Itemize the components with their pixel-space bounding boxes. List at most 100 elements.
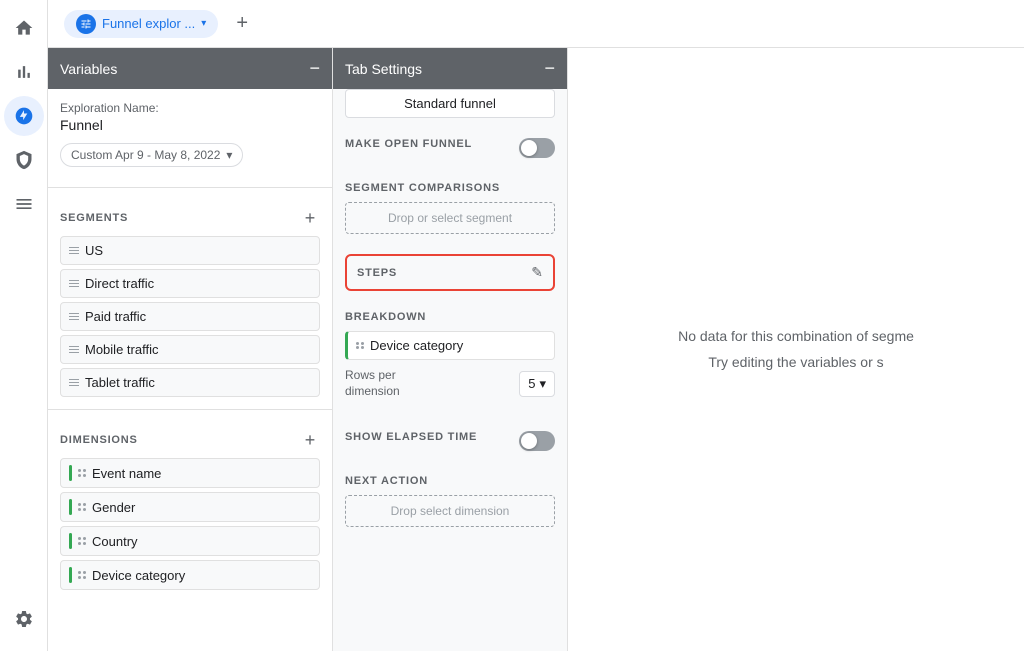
segments-section-header: SEGMENTS + (60, 208, 320, 228)
tab-settings-minimize[interactable]: − (544, 58, 555, 79)
drag-handle-icon (78, 503, 86, 511)
segments-label: SEGMENTS (60, 212, 128, 224)
top-bar: Funnel explor ... ▾ + (48, 0, 1024, 48)
drag-handle-icon (69, 247, 79, 255)
breakdown-label: BREAKDOWN (345, 311, 555, 323)
dimension-device-category[interactable]: Device category (60, 560, 320, 590)
breakdown-section: BREAKDOWN Device category Rows per dimen… (333, 299, 567, 419)
nav-configure[interactable] (4, 184, 44, 224)
segment-paid-traffic[interactable]: Paid traffic (60, 302, 320, 331)
dimension-label: Event name (92, 466, 161, 481)
no-data-line1: No data for this combination of segme (678, 324, 914, 349)
toggle-thumb (521, 140, 537, 156)
drag-handle-icon (69, 280, 79, 288)
exploration-info: Exploration Name: Funnel Custom Apr 9 - … (48, 89, 332, 179)
dimension-country[interactable]: Country (60, 526, 320, 556)
tab-icon (76, 14, 96, 34)
rows-value: 5 (528, 376, 535, 391)
variables-panel: Variables − Exploration Name: Funnel Cus… (48, 48, 333, 651)
make-open-funnel-label: MAKE OPEN FUNNEL (345, 138, 472, 150)
show-elapsed-toggle[interactable] (519, 431, 555, 451)
drag-handle-icon (69, 313, 79, 321)
chevron-down-icon: ▾ (539, 376, 546, 392)
make-open-funnel-section: MAKE OPEN FUNNEL (333, 126, 567, 170)
drop-dimension-zone[interactable]: Drop select dimension (345, 495, 555, 527)
segment-tablet-traffic[interactable]: Tablet traffic (60, 368, 320, 397)
drag-handle-icon (356, 342, 364, 350)
add-segment-button[interactable]: + (300, 208, 320, 228)
segment-label: Tablet traffic (85, 375, 155, 390)
dimension-label: Gender (92, 500, 135, 515)
make-open-funnel-row: MAKE OPEN FUNNEL (345, 138, 555, 158)
rows-label: Rows per dimension (345, 368, 400, 399)
nav-reports[interactable] (4, 52, 44, 92)
visualization-area: No data for this combination of segme Tr… (568, 48, 1024, 651)
breakdown-item-label: Device category (370, 338, 463, 353)
toggle-thumb (521, 433, 537, 449)
segment-us[interactable]: US (60, 236, 320, 265)
drag-handle-icon (78, 571, 86, 579)
date-range-chip[interactable]: Custom Apr 9 - May 8, 2022 ▾ (60, 143, 243, 167)
drag-handle-icon (78, 469, 86, 477)
tab-settings-title: Tab Settings (345, 61, 422, 77)
segment-comparisons-label: SEGMENT COMPARISONS (345, 182, 555, 194)
segment-mobile-traffic[interactable]: Mobile traffic (60, 335, 320, 364)
drag-handle-icon (69, 346, 79, 354)
dimension-label: Country (92, 534, 138, 549)
nav-home[interactable] (4, 8, 44, 48)
nav-explore[interactable] (4, 96, 44, 136)
divider (48, 409, 332, 410)
panels-row: Variables − Exploration Name: Funnel Cus… (48, 48, 1024, 651)
dimension-event-name[interactable]: Event name (60, 458, 320, 488)
tab-settings-header: Tab Settings − (333, 48, 567, 89)
nav-settings[interactable] (4, 599, 44, 639)
dimension-label: Device category (92, 568, 185, 583)
variables-title: Variables (60, 61, 117, 77)
no-data-message: No data for this combination of segme Tr… (678, 324, 914, 374)
show-elapsed-label: SHOW ELAPSED TIME (345, 431, 477, 443)
chevron-down-icon: ▾ (201, 18, 206, 29)
divider (48, 187, 332, 188)
drag-handle-icon (69, 379, 79, 387)
standard-funnel-button[interactable]: Standard funnel (345, 89, 555, 118)
variables-minimize[interactable]: − (309, 58, 320, 79)
segment-label: Paid traffic (85, 309, 146, 324)
tab-settings-panel: Tab Settings − Standard funnel MAKE OPEN… (333, 48, 568, 651)
dimension-color-bar (69, 567, 72, 583)
exploration-label: Exploration Name: (60, 101, 320, 115)
next-action-section: NEXT ACTION Drop select dimension (333, 463, 567, 539)
segment-label: Direct traffic (85, 276, 154, 291)
show-elapsed-section: SHOW ELAPSED TIME (333, 419, 567, 463)
chevron-down-icon: ▾ (226, 148, 232, 162)
left-nav (0, 0, 48, 651)
dimensions-label: DIMENSIONS (60, 434, 138, 446)
dimensions-section-header: DIMENSIONS + (60, 430, 320, 450)
next-action-label: NEXT ACTION (345, 475, 555, 487)
nav-advertising[interactable] (4, 140, 44, 180)
steps-section: STEPS ✎ (345, 254, 555, 291)
edit-steps-icon[interactable]: ✎ (531, 264, 543, 281)
rows-per-dimension-row: Rows per dimension 5 ▾ (345, 368, 555, 399)
rows-select[interactable]: 5 ▾ (519, 371, 555, 397)
funnel-tab[interactable]: Funnel explor ... ▾ (64, 10, 218, 38)
drop-segment-zone[interactable]: Drop or select segment (345, 202, 555, 234)
add-dimension-button[interactable]: + (300, 430, 320, 450)
segment-label: Mobile traffic (85, 342, 158, 357)
dimension-color-bar (69, 465, 72, 481)
segment-comparisons-section: SEGMENT COMPARISONS Drop or select segme… (333, 170, 567, 246)
breakdown-item[interactable]: Device category (345, 331, 555, 360)
dimension-color-bar (69, 499, 72, 515)
show-elapsed-row: SHOW ELAPSED TIME (345, 431, 555, 451)
no-data-line2: Try editing the variables or s (678, 350, 914, 375)
date-chip-label: Custom Apr 9 - May 8, 2022 (71, 148, 220, 162)
drag-handle-icon (78, 537, 86, 545)
add-tab-button[interactable]: + (226, 8, 258, 40)
steps-label: STEPS (357, 267, 397, 279)
make-open-funnel-toggle[interactable] (519, 138, 555, 158)
exploration-name: Funnel (60, 117, 320, 133)
tab-label: Funnel explor ... (102, 16, 195, 31)
dimension-color-bar (69, 533, 72, 549)
segment-direct-traffic[interactable]: Direct traffic (60, 269, 320, 298)
dimension-gender[interactable]: Gender (60, 492, 320, 522)
variables-header: Variables − (48, 48, 332, 89)
